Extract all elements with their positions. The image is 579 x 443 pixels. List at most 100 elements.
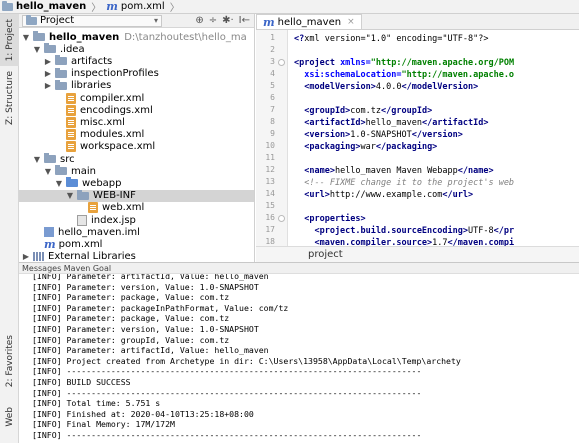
- tree-item[interactable]: ▼ src: [19, 153, 254, 165]
- tree-item-label: .idea: [60, 43, 85, 55]
- code-token: </version>: [411, 130, 463, 140]
- folder-icon: [33, 31, 45, 41]
- breadcrumb-file[interactable]: m pom.xml: [106, 0, 164, 13]
- code-token: 4.0.0: [375, 82, 402, 92]
- line-number: 14: [265, 189, 275, 198]
- editor-tabs: m hello_maven ×: [256, 14, 579, 30]
- code-line: xsi:schemaLocation="http://maven.apache.…: [294, 69, 514, 81]
- code-token: "http://maven.apache.org/POM: [370, 58, 515, 68]
- hide-icon[interactable]: I←: [239, 15, 250, 26]
- collapse-icon[interactable]: ÷: [209, 15, 217, 26]
- chevron-down-icon[interactable]: ▼: [22, 33, 30, 42]
- project-toolbar: ⊕ ÷ ✱· I←: [195, 15, 254, 26]
- tree-item[interactable]: encodings.xml: [19, 104, 254, 116]
- tree-item[interactable]: workspace.xml: [19, 141, 254, 153]
- log-line: [INFO] Parameter: artifactId, Value: hel…: [32, 345, 269, 356]
- chevron-down-icon[interactable]: ▼: [33, 45, 41, 54]
- tree-item-label: modules.xml: [80, 129, 145, 141]
- chevron-down-icon[interactable]: ▼: [55, 179, 63, 188]
- tree-item[interactable]: ▼ main: [19, 165, 254, 177]
- log-line: [INFO] ---------------------------------…: [32, 430, 422, 440]
- tree-item[interactable]: ▼ WEB-INF: [19, 189, 254, 202]
- line-number: 17: [265, 225, 275, 234]
- code-token: <project.build.sourceEncoding>: [294, 226, 468, 236]
- log-line: [INFO] BUILD SUCCESS: [32, 377, 131, 387]
- code-token: xmlns=: [340, 58, 371, 68]
- chevron-down-icon[interactable]: ▼: [33, 155, 41, 164]
- tree-item-label: compiler.xml: [80, 92, 145, 104]
- tab-web-tool[interactable]: Web: [0, 397, 19, 437]
- code-token: xsi:schemaLocation=: [294, 70, 402, 80]
- jsp-file-icon: [77, 214, 87, 226]
- tree-item-label: main: [71, 165, 96, 177]
- messages-panel-header: Messages Maven Goal: [19, 262, 579, 274]
- tree-item[interactable]: ▼ webapp: [19, 177, 254, 189]
- line-number: 18: [265, 237, 275, 246]
- folder-icon: [44, 153, 56, 163]
- chevron-right-icon[interactable]: ▶: [44, 57, 52, 66]
- log-line: [INFO] Parameter: package, Value: com.tz: [32, 292, 230, 303]
- tree-item[interactable]: web.xml: [19, 202, 254, 214]
- breadcrumb-project[interactable]: hello_maven: [2, 0, 86, 12]
- code-token: <version>: [294, 130, 351, 140]
- line-number: 1: [270, 33, 275, 42]
- line-number: 6: [270, 93, 275, 102]
- chevron-right-icon[interactable]: ▶: [44, 69, 52, 78]
- line-number: 9: [270, 129, 275, 138]
- xml-file-icon: [66, 116, 76, 128]
- code-token: </name>: [457, 166, 494, 176]
- editor-breadcrumb[interactable]: project: [256, 246, 579, 262]
- settings-icon[interactable]: ✱·: [222, 15, 234, 26]
- code-line: <project.build.sourceEncoding>UTF-8</pr: [294, 225, 514, 237]
- tab-structure-tool[interactable]: Z: Structure: [0, 70, 19, 126]
- code-token: war: [360, 142, 376, 152]
- chevron-right-icon[interactable]: ▶: [22, 252, 30, 261]
- tree-item[interactable]: ▶ External Libraries: [19, 251, 254, 262]
- tree-item[interactable]: index.jsp: [19, 214, 254, 226]
- chevron-down-icon[interactable]: ▼: [44, 167, 52, 176]
- log-line: [INFO] Parameter: version, Value: 1.0-SN…: [32, 324, 259, 334]
- folder-icon: [55, 79, 67, 90]
- tree-item[interactable]: misc.xml: [19, 116, 254, 128]
- log-line: [INFO] Parameter: package, Value: com.tz: [32, 313, 230, 324]
- tree-item-label: libraries: [71, 80, 112, 92]
- tab-pom-xml[interactable]: m hello_maven ×: [256, 14, 362, 29]
- chevron-down-icon[interactable]: ▼: [66, 191, 74, 200]
- fold-marker-icon[interactable]: [278, 59, 285, 66]
- close-icon[interactable]: ×: [347, 17, 355, 27]
- line-number: 15: [265, 201, 275, 210]
- code-token: </pr: [493, 226, 515, 236]
- line-number: 2: [270, 45, 275, 54]
- tree-item[interactable]: ▶ inspectionProfiles: [19, 67, 254, 80]
- line-gutter: 123456789101112131415161718192021: [256, 30, 288, 262]
- code-token: UTF-8: [468, 226, 494, 236]
- messages-console[interactable]: [INFO] Parameter: artifactId, Value: hel…: [19, 274, 579, 443]
- chevron-right-icon[interactable]: ▶: [44, 81, 52, 90]
- fold-marker-icon[interactable]: [278, 215, 285, 222]
- tree-item[interactable]: modules.xml: [19, 129, 254, 141]
- tree-item[interactable]: ▼ hello_maven D:\tanzhoutest\hello_ma: [19, 31, 254, 43]
- code-token: </groupId>: [381, 106, 433, 116]
- code-line: <version>1.0-SNAPSHOT</version>: [294, 129, 463, 141]
- tree-item-label: pom.xml: [58, 238, 103, 250]
- line-number: 10: [265, 141, 275, 150]
- project-view-dropdown[interactable]: Project ▾: [22, 14, 162, 27]
- tree-item[interactable]: compiler.xml: [19, 92, 254, 104]
- editor-pane: m hello_maven × 1 2 3 4 5 6 7 8 9 10 11 12 13 14 15 16 1…: [256, 14, 579, 262]
- tab-project-tool[interactable]: 1: Project: [0, 14, 19, 66]
- module-file-icon: [44, 227, 54, 238]
- tree-item[interactable]: hello_maven.iml: [19, 226, 254, 238]
- code-line: <name>hello_maven Maven Webapp</name>: [294, 165, 494, 177]
- tree-item[interactable]: ▶ artifacts: [19, 55, 254, 67]
- tree-item[interactable]: m pom.xml: [19, 238, 254, 251]
- line-number: 12: [265, 165, 275, 174]
- tree-item-label: src: [60, 153, 75, 165]
- tab-favorites-tool[interactable]: 2: Favorites: [0, 330, 19, 392]
- xml-file-icon: [66, 104, 76, 116]
- tree-item-label: misc.xml: [80, 116, 125, 128]
- tree-item[interactable]: ▶ libraries: [19, 79, 254, 92]
- breadcrumb: hello_maven 〉 m pom.xml 〉: [0, 0, 579, 14]
- tree-item[interactable]: ▼ .idea: [19, 43, 254, 55]
- log-line: [INFO] Final Memory: 17M/172M: [32, 419, 175, 430]
- locate-icon[interactable]: ⊕: [195, 15, 203, 26]
